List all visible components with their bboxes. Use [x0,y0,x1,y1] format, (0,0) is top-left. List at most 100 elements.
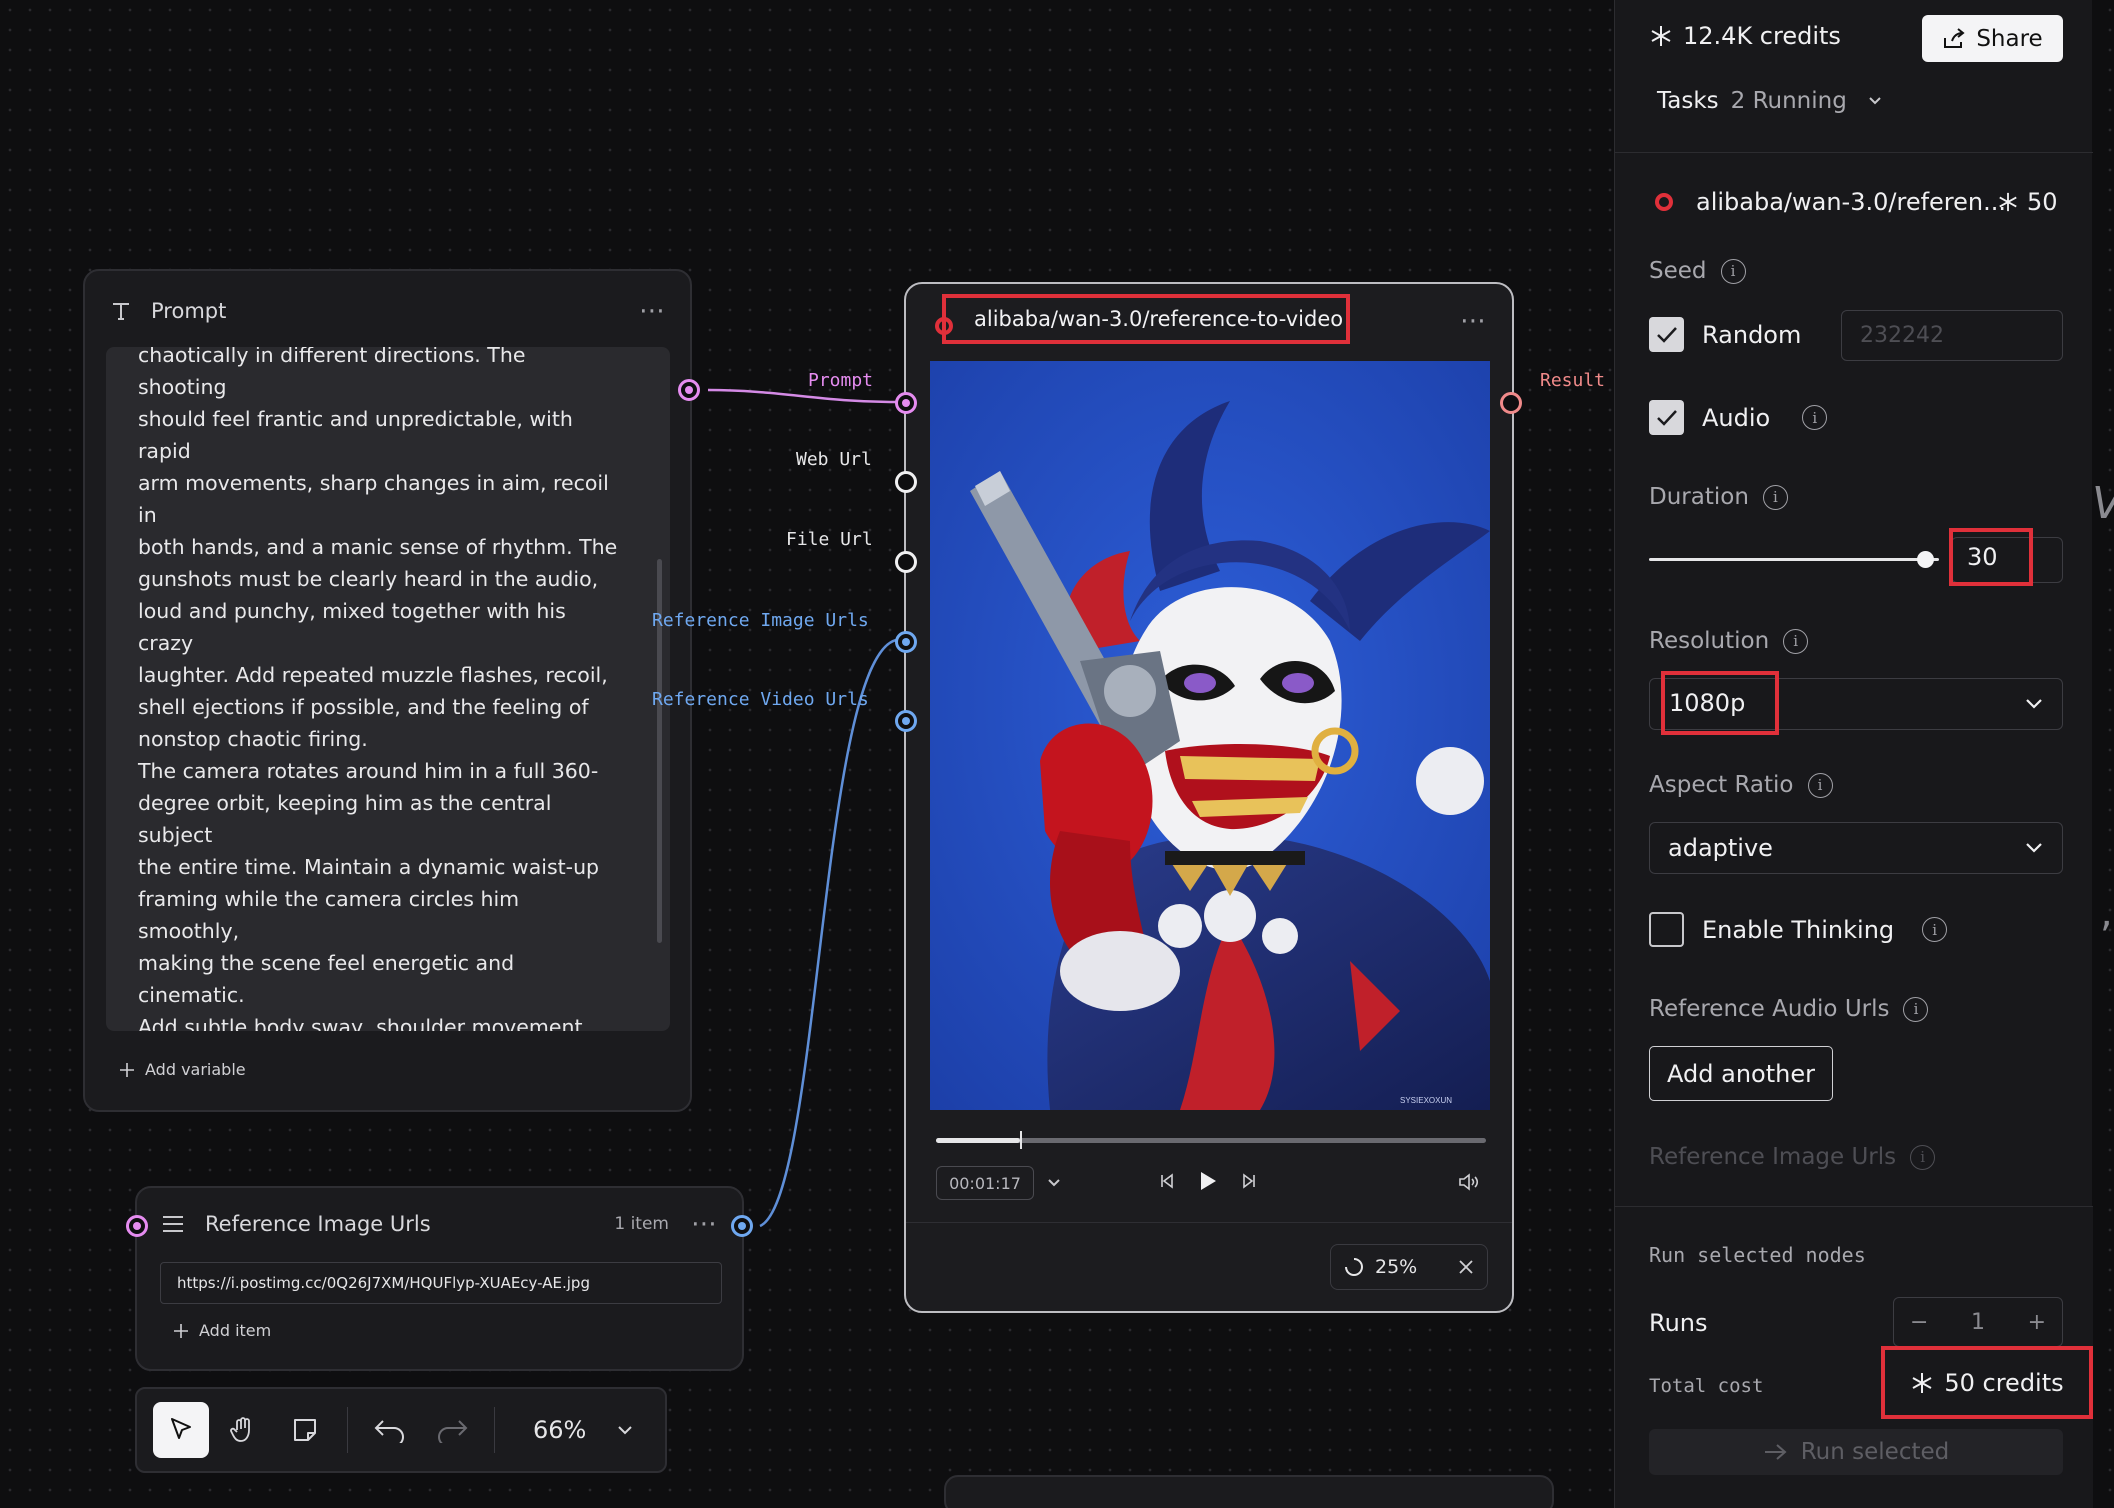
seed-input[interactable]: 232242 [1841,310,2063,361]
tasks-dropdown[interactable]: Tasks 2 Running [1657,88,1883,114]
web-url-input-port[interactable] [895,471,917,493]
checkbox-unchecked[interactable] [1649,912,1684,947]
more-horizontal-icon[interactable]: ⋯ [639,296,666,326]
duration-slider-thumb[interactable] [1916,551,1934,568]
toolbar-divider [494,1407,495,1453]
undo-button[interactable] [362,1402,418,1458]
resolution-field-label: Resolution i [1649,628,1809,654]
reference-image-urls-field-label: Reference Image Urls i [1649,1144,1936,1170]
share-label: Share [1976,25,2043,52]
info-icon[interactable]: i [1807,772,1833,798]
offscreen-node [944,1475,1554,1508]
credits-amount: 12.4K credits [1683,22,1841,50]
plus-icon [119,1062,135,1078]
select-tool[interactable] [153,1402,209,1458]
runs-stepper[interactable]: − 1 + [1893,1297,2063,1347]
run-selected-button[interactable]: Run selected [1649,1429,2063,1475]
model-node[interactable]: alibaba/wan-3.0/reference-to-video ⋯ SYS… [904,282,1514,1313]
timecode-display[interactable]: 00:01:17 [936,1166,1034,1200]
hand-icon [228,1415,258,1445]
prompt-port-label: Prompt [808,370,874,391]
aspect-ratio-value: adaptive [1668,834,1773,862]
step-back-icon[interactable] [1158,1172,1176,1190]
runs-value: 1 [1971,1309,1985,1335]
note-tool[interactable] [277,1402,333,1458]
info-icon[interactable]: i [1910,1144,1936,1170]
step-forward-icon[interactable] [1240,1172,1258,1190]
seed-placeholder: 232242 [1860,323,1944,348]
reference-output-port[interactable] [731,1215,753,1237]
result-port-label: Result [1540,370,1606,391]
chevron-down-icon[interactable] [1046,1176,1062,1190]
audio-checkbox[interactable]: Audio i [1649,400,1828,435]
run-selected-label: Run selected [1800,1439,1950,1465]
duration-value: 30 [1967,543,1998,571]
more-horizontal-icon[interactable]: ⋯ [1460,306,1487,336]
chevron-down-icon [2024,841,2044,855]
info-icon[interactable]: i [1903,996,1929,1022]
video-preview[interactable]: SYSIEXOXUN [930,361,1490,1110]
prompt-input-port[interactable] [895,392,917,414]
increment-icon[interactable]: + [2028,1310,2046,1335]
prompt-node-title: Prompt [151,299,227,323]
file-url-input-port[interactable] [895,551,917,573]
web-url-port-label: Web Url [796,449,872,470]
decrement-icon[interactable]: − [1910,1310,1928,1335]
duration-value-highlight: 30 [1949,528,2033,586]
random-seed-checkbox[interactable]: Random [1649,317,1801,352]
share-icon [1942,27,1966,50]
duration-field-label: Duration i [1649,484,1788,510]
redo-button[interactable] [424,1402,480,1458]
add-another-button[interactable]: Add another [1649,1046,1833,1101]
share-button[interactable]: Share [1922,15,2063,62]
arrow-right-icon [1763,1442,1789,1462]
pan-tool[interactable] [215,1402,271,1458]
playback-progress-bar[interactable] [936,1131,1486,1149]
resolution-label: Resolution [1649,628,1770,654]
chevron-down-icon [1867,95,1883,107]
reference-image-urls-node[interactable]: Reference Image Urls 1 item ⋯ https://i.… [135,1186,744,1371]
result-output-port[interactable] [1500,392,1522,414]
duration-label: Duration [1649,484,1749,510]
close-icon[interactable] [1457,1258,1475,1276]
duration-slider[interactable] [1649,551,1939,568]
volume-icon[interactable] [1458,1172,1480,1192]
reference-node-title: Reference Image Urls [205,1212,431,1236]
reference-audio-urls-label: Reference Audio Urls [1649,996,1890,1022]
more-horizontal-icon[interactable]: ⋯ [691,1209,718,1239]
reference-input-port[interactable] [126,1215,148,1237]
panel-model-name: alibaba/wan-3.0/referen... [1696,188,2006,216]
add-item-button[interactable]: Add item [173,1321,271,1340]
list-icon [161,1214,185,1234]
chevron-down-icon[interactable] [616,1423,634,1437]
generation-progress-percent: 25% [1375,1256,1418,1278]
zoom-control[interactable]: 66% [533,1416,634,1444]
aspect-ratio-select[interactable]: adaptive [1649,822,2063,874]
timecode-text: 00:01:17 [949,1173,1021,1193]
asterisk-icon [1649,24,1673,48]
checkbox-checked[interactable] [1649,400,1684,435]
model-cost: 50 [1997,188,2058,216]
prompt-output-port[interactable] [678,379,700,401]
random-label: Random [1702,320,1802,349]
info-icon[interactable]: i [1802,405,1828,430]
add-variable-button[interactable]: Add variable [119,1060,246,1079]
info-icon[interactable]: i [1783,628,1809,654]
info-icon[interactable]: i [1762,484,1788,510]
checkbox-checked[interactable] [1649,317,1684,352]
prompt-node[interactable]: Prompt ⋯ chaotically in different direct… [83,269,692,1112]
model-title: alibaba/wan-3.0/reference-to-video [942,294,1350,344]
info-icon[interactable]: i [1922,917,1948,942]
runs-label: Runs [1649,1309,1708,1337]
prompt-textarea[interactable]: chaotically in different directions. The… [106,347,670,1031]
reference-url-field[interactable]: https://i.postimg.cc/0Q26J7XM/HQUFlyp-XU… [160,1262,722,1304]
enable-thinking-checkbox[interactable]: Enable Thinking i [1649,912,1948,947]
total-cost-value: 50 credits [1944,1368,2064,1397]
playback-scrubber[interactable] [1020,1131,1022,1149]
reference-image-urls-input-port[interactable] [895,631,917,653]
play-icon[interactable] [1198,1170,1218,1192]
info-icon[interactable]: i [1720,258,1746,284]
reference-video-urls-input-port[interactable] [895,710,917,732]
reference-audio-urls-field-label: Reference Audio Urls i [1649,996,1929,1022]
resolution-value: 1080p [1669,689,1746,717]
